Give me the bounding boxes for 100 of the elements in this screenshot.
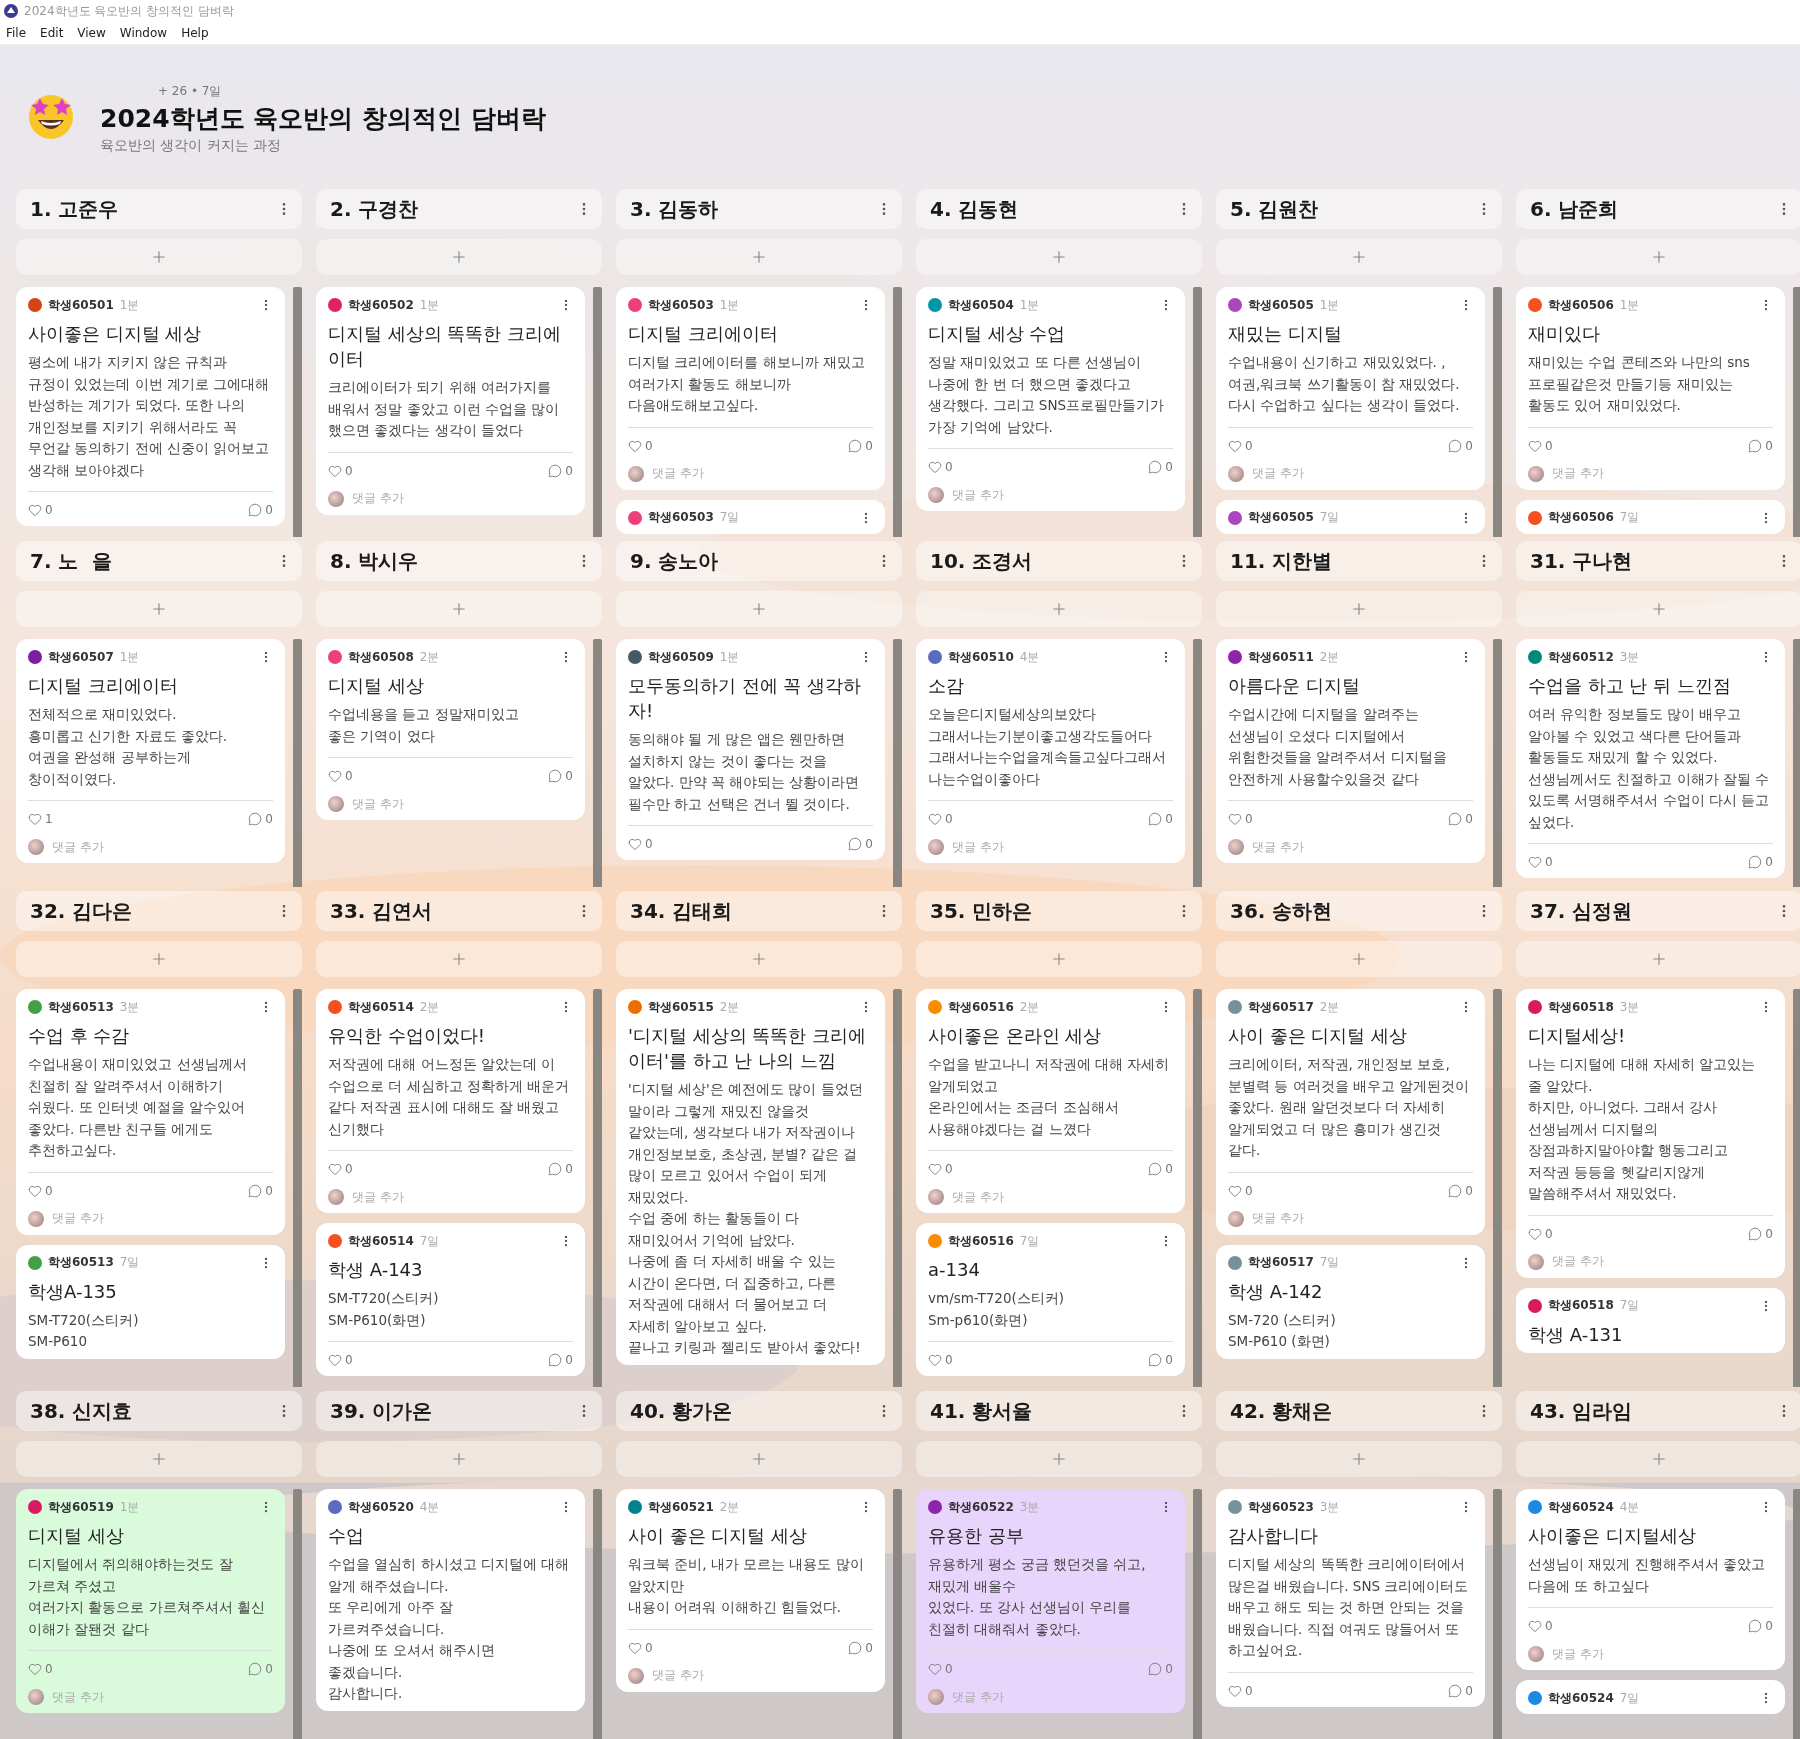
comment-button[interactable]: 0 — [248, 1183, 273, 1198]
comment-field[interactable]: 댓글 추가 — [352, 795, 404, 813]
comment-field[interactable]: 댓글 추가 — [1552, 1645, 1604, 1663]
heart-icon — [928, 1662, 942, 1676]
menu-item[interactable]: File — [6, 26, 27, 40]
comment-button[interactable]: 0 — [248, 503, 273, 517]
comment-field[interactable]: 댓글 추가 — [1252, 465, 1304, 482]
comment-field[interactable]: 댓글 추가 — [352, 490, 404, 507]
comment-field[interactable]: 댓글 추가 — [1252, 838, 1304, 856]
post-title: 사이좋은 온라인 세상 — [928, 1024, 1103, 1048]
like-button[interactable]: 0 — [928, 1662, 953, 1676]
author-name: 학생60506 — [1548, 509, 1614, 526]
comment-field[interactable]: 댓글 추가 — [652, 1667, 704, 1684]
like-button[interactable]: 0 — [928, 1162, 953, 1176]
like-button[interactable]: 0 — [1528, 855, 1553, 869]
like-button[interactable]: 0 — [28, 1662, 53, 1676]
author-name: 학생60509 — [648, 648, 714, 666]
post-title: 디지털 크리에이터 — [28, 674, 179, 698]
comment-button[interactable]: 0 — [1148, 812, 1173, 826]
comment-field[interactable]: 댓글 추가 — [352, 1188, 404, 1206]
comment-field[interactable]: 댓글 추가 — [652, 465, 704, 482]
menu-item[interactable]: Help — [181, 26, 209, 40]
post-body: 여러 유익한 정보들도 많이 배우고 알아볼 수 있었고 색다른 단어들과 활동들도 재밌게 할 수 있었다. 선생님께서도 친절하고 이해가 잘될 수 있도록 서명해주셔서 수업이 다시 듣고 싶었다. — [1528, 705, 1771, 832]
like-button[interactable]: 0 — [628, 1640, 653, 1655]
comment-field[interactable]: 댓글 추가 — [1252, 1210, 1304, 1227]
post-title: 학생 A-143 — [328, 1258, 424, 1282]
comment-button[interactable]: 0 — [848, 438, 873, 453]
comment-button[interactable]: 0 — [1148, 460, 1173, 474]
comment-button[interactable]: 0 — [1748, 855, 1773, 869]
comment-field[interactable]: 댓글 추가 — [52, 838, 104, 856]
post-title: 학생 A-142 — [1228, 1279, 1324, 1304]
like-button[interactable]: 0 — [28, 503, 53, 517]
like-button[interactable]: 0 — [1528, 1619, 1553, 1633]
comment-button[interactable]: 0 — [548, 463, 573, 478]
author-name: 학생60516 — [948, 998, 1014, 1016]
post-time: 7일 — [1019, 1232, 1041, 1250]
post-body: 수업네용을 듣고 정말재미있고 좋은 기역이 었다 — [328, 705, 520, 746]
like-button[interactable]: 0 — [928, 1353, 953, 1367]
like-button[interactable]: 1 — [28, 812, 53, 826]
like-button[interactable]: 0 — [328, 769, 353, 783]
comment-button[interactable]: 0 — [248, 812, 273, 826]
author-name: 학생60502 — [348, 296, 414, 314]
author-name: 학생60524 — [1548, 1689, 1614, 1707]
post-title: 유익한 수업이었다! — [328, 1024, 486, 1048]
like-button[interactable]: 0 — [628, 438, 653, 453]
comment-button[interactable]: 0 — [548, 769, 573, 783]
post-body: 저작권에 대해 어느정돈 알았는데 이 수업으로 더 세심하고 정확하게 배운거 같다 저작권 표시에 대해도 잘 배웠고 신기했다 — [328, 1055, 571, 1139]
like-button[interactable]: 0 — [1228, 1183, 1253, 1198]
plus-icon — [150, 600, 168, 618]
like-button[interactable]: 0 — [928, 812, 953, 826]
like-button[interactable]: 0 — [1528, 438, 1553, 453]
column-title: 38. 신지효 — [30, 1397, 133, 1425]
like-button[interactable]: 0 — [328, 1162, 353, 1176]
comment-button[interactable]: 0 — [1148, 1353, 1173, 1367]
comment-button[interactable]: 0 — [1448, 812, 1473, 826]
comment-field[interactable]: 댓글 추가 — [952, 1188, 1004, 1206]
comment-field[interactable]: 댓글 추가 — [952, 838, 1004, 856]
column-title: 37. 심정원 — [1530, 897, 1633, 925]
menu-item[interactable]: Window — [119, 26, 168, 40]
comment-button[interactable]: 0 — [848, 837, 873, 851]
post-time: 7일 — [1319, 1254, 1341, 1271]
comment-button[interactable]: 0 — [1448, 438, 1473, 453]
post-time: 3분 — [119, 998, 141, 1016]
menu-item[interactable]: Edit — [40, 26, 64, 40]
like-button[interactable]: 0 — [928, 460, 953, 474]
post-body: 수업시간에 디지털을 알려주는 선생님이 오셨다 디지털에서 위험한것들을 알려주셔서 디지털을 안전하게 사용할수있을것 같다 — [1228, 705, 1448, 789]
comment-button[interactable]: 0 — [1148, 1162, 1173, 1176]
comment-button[interactable]: 0 — [1448, 1183, 1473, 1198]
comment-button[interactable]: 0 — [248, 1662, 273, 1676]
comment-button[interactable]: 0 — [1148, 1662, 1173, 1676]
heart-icon — [1528, 438, 1542, 453]
avatar-icon — [28, 1210, 44, 1227]
comment-field[interactable]: 댓글 추가 — [52, 1210, 104, 1227]
comment-field[interactable]: 댓글 추가 — [952, 486, 1004, 504]
like-button[interactable]: 0 — [1228, 1683, 1253, 1698]
like-button[interactable]: 0 — [1228, 812, 1253, 826]
like-button[interactable]: 0 — [628, 837, 653, 851]
post-title: 디지털 크리에이터 — [628, 322, 779, 346]
heart-icon — [928, 1162, 942, 1176]
author-name: 학생60518 — [1548, 1297, 1614, 1314]
menu-item[interactable]: View — [77, 26, 106, 40]
comment-button[interactable]: 0 — [848, 1640, 873, 1655]
comment-icon — [548, 1353, 563, 1367]
comment-field[interactable]: 댓글 추가 — [1552, 465, 1604, 482]
comment-field[interactable]: 댓글 추가 — [1552, 1253, 1604, 1270]
comment-button[interactable]: 0 — [1748, 1226, 1773, 1241]
comment-button[interactable]: 0 — [548, 1162, 573, 1176]
comment-button[interactable]: 0 — [1748, 1619, 1773, 1633]
comment-button[interactable]: 0 — [1448, 1683, 1473, 1698]
avatar-icon — [928, 1189, 944, 1205]
column-title: 5. 김원찬 — [1230, 195, 1319, 223]
like-button[interactable]: 0 — [28, 1183, 53, 1198]
comment-button[interactable]: 0 — [1748, 438, 1773, 453]
post-time: 1분 — [119, 296, 141, 314]
like-button[interactable]: 0 — [328, 1353, 353, 1367]
column-title: 7. 노 을 — [30, 547, 113, 575]
like-button[interactable]: 0 — [1228, 438, 1253, 453]
like-button[interactable]: 0 — [1528, 1226, 1553, 1241]
comment-button[interactable]: 0 — [548, 1353, 573, 1367]
like-button[interactable]: 0 — [328, 463, 353, 478]
